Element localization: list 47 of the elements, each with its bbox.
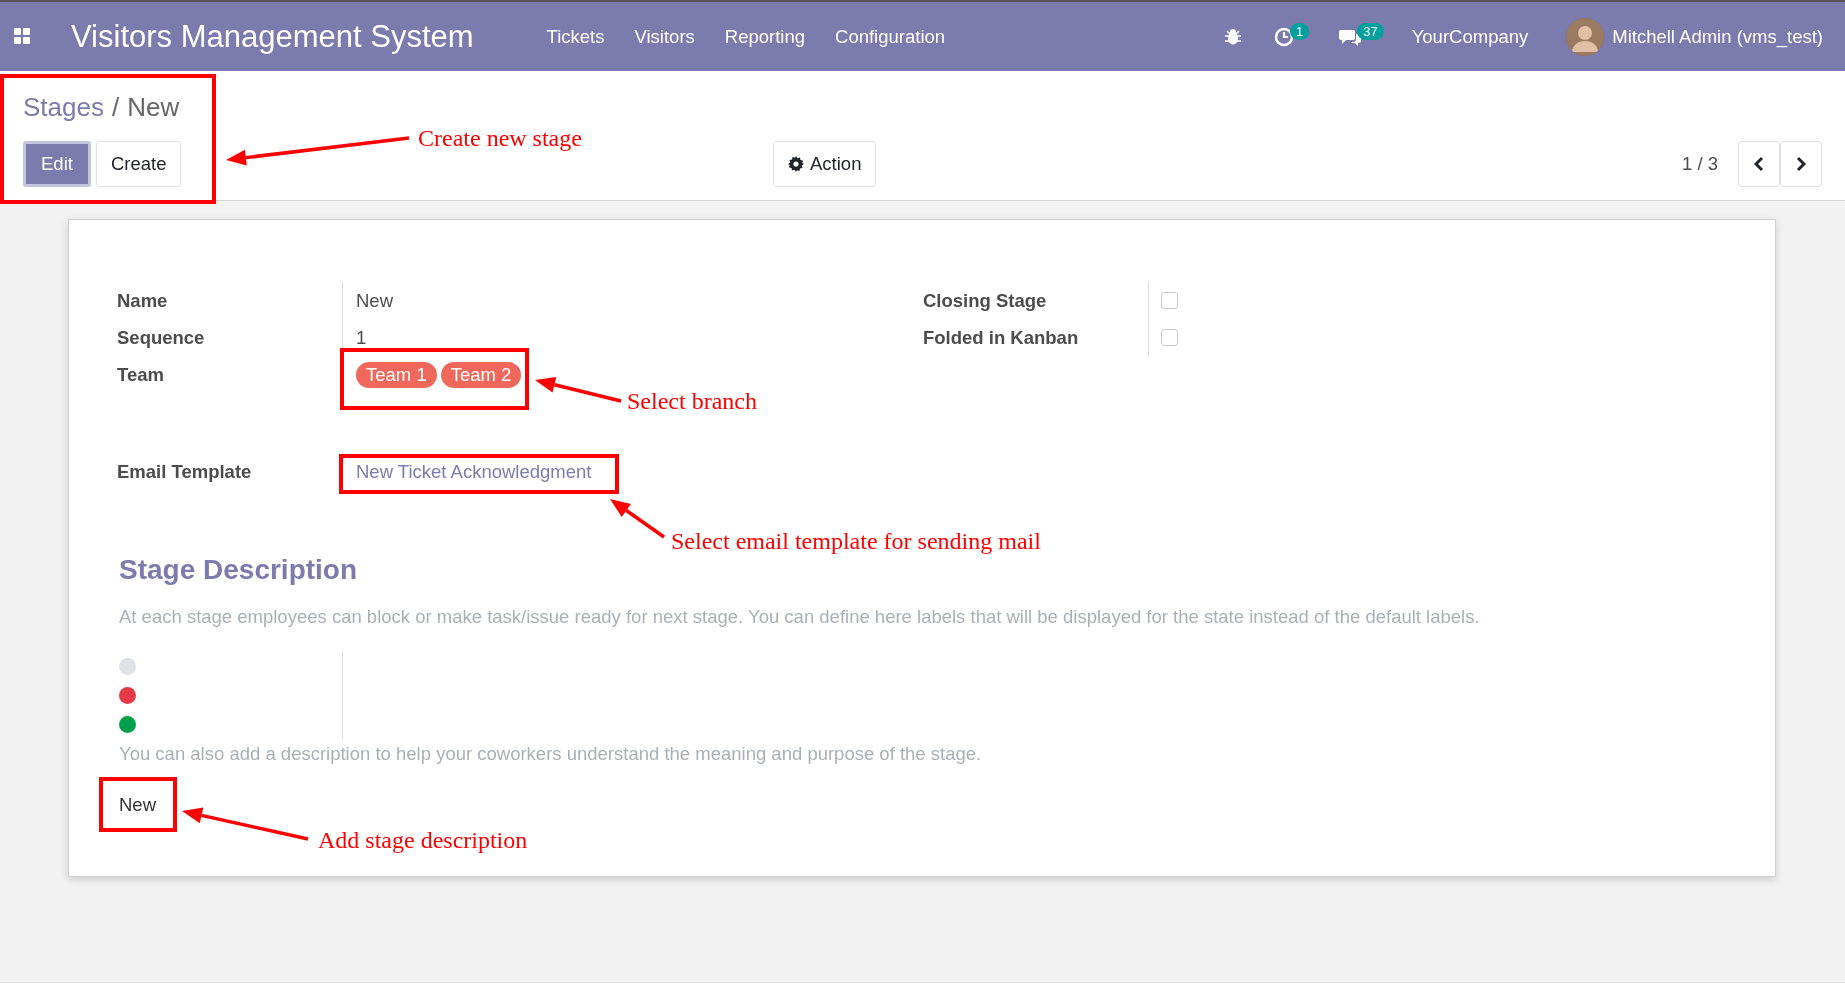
field-value: New [342,282,923,319]
team-tag[interactable]: Team 2 [440,361,522,388]
chevron-left-icon [1754,156,1764,172]
user-menu[interactable]: Mitchell Admin (vms_test) [1612,25,1823,48]
field-label: Closing Stage [923,289,1048,313]
previous-button[interactable] [1738,141,1780,187]
next-button[interactable] [1780,141,1822,187]
chevron-right-icon [1796,156,1806,172]
callout-arrow [610,499,665,539]
action-button[interactable]: Action [773,141,877,187]
edit-button[interactable]: Edit [23,141,91,187]
create-button[interactable]: Create [95,141,182,187]
breadcrumb-separator: / [111,91,120,123]
menu-item[interactable]: Visitors [634,25,695,48]
field-value: 1 [342,319,923,356]
company-switcher[interactable]: YourCompany [1411,25,1529,48]
help-text: You can also add a description to help your coworkers understand the meaning and purpose of the stage. [119,742,983,766]
apps-menu-icon[interactable] [14,28,31,45]
breadcrumb-link[interactable]: Stages [23,91,104,123]
gear-icon [788,156,804,172]
team-tag[interactable]: Team 1 [356,361,437,388]
field-label: Name [117,289,169,313]
description-text: New [119,793,157,817]
callout-label: Add stage description [318,827,528,853]
message-count-badge: 37 [1357,23,1384,40]
field-label: Sequence [117,326,206,350]
pager-value: 1 / 3 [1682,153,1718,175]
callout-label: Select branch [627,388,757,414]
callout-label: Create new stage [418,125,582,151]
section-title: Stage Description [119,553,359,587]
menu-item[interactable]: Tickets [546,25,605,48]
bug-icon[interactable] [1224,27,1242,46]
email-template-link[interactable]: New Ticket Acknowledgment [342,453,923,490]
activity-count-badge: 1 [1290,23,1310,40]
callout-label: Select email template for sending mail [671,528,1041,554]
field-label: Team [117,363,165,387]
field-label: Email Template [117,460,253,484]
menu-item[interactable]: Configuration [835,25,946,48]
clock-icon[interactable] [1274,26,1294,47]
user-avatar[interactable] [1566,17,1605,56]
breadcrumb-current: New [127,91,180,123]
help-text: At each stage employees can block or make task/issue ready for next stage. You can define here labels that will be displayed for the state instead of the default labels. [119,605,1481,629]
field-label: Folded in Kanban [923,326,1080,350]
checkbox[interactable] [1161,292,1178,309]
checkbox[interactable] [1161,329,1178,346]
menu-item[interactable]: Reporting [724,25,806,48]
app-title: Visitors Management System [71,18,474,55]
